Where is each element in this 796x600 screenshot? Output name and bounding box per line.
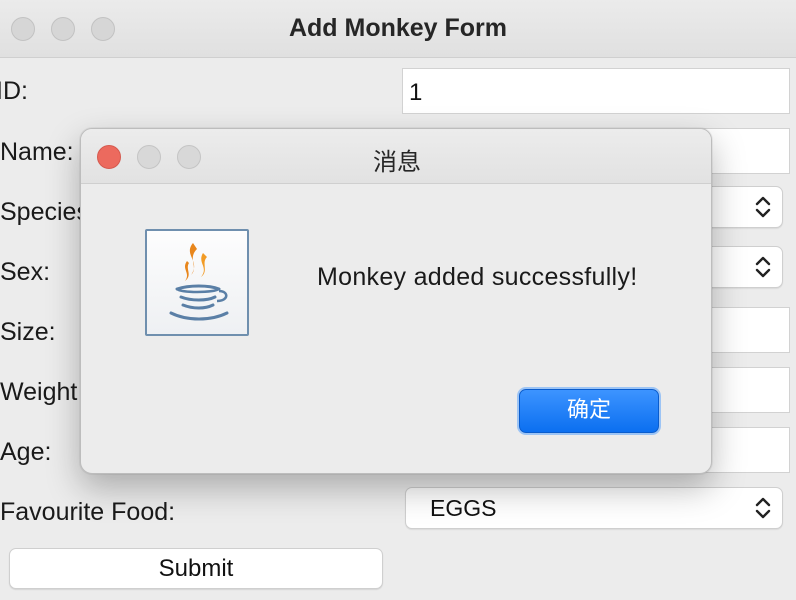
- age-label: Age:: [0, 438, 52, 466]
- chevron-up-down-icon: [755, 256, 771, 278]
- species-label: Species: [0, 198, 89, 226]
- message-dialog: 消息 Monkey added successfully! 确定: [80, 128, 712, 474]
- name-label: Name:: [0, 138, 74, 166]
- chevron-up-down-icon: [755, 196, 771, 218]
- java-coffee-cup-icon: [145, 229, 249, 336]
- sex-label: Sex:: [0, 258, 51, 286]
- weight-label: Weight: [0, 378, 78, 406]
- favourite-food-label: Favourite Food:: [0, 498, 176, 526]
- dialog-message: Monkey added successfully!: [317, 263, 638, 291]
- add-monkey-form-window: Add Monkey Form ID: 1 Name: Species Sex:…: [0, 0, 796, 600]
- window-titlebar[interactable]: Add Monkey Form: [0, 0, 796, 58]
- submit-button[interactable]: Submit: [9, 548, 383, 589]
- size-label: Size:: [0, 318, 56, 346]
- window-title: Add Monkey Form: [288, 14, 508, 42]
- chevron-up-down-icon: [755, 497, 771, 519]
- dialog-titlebar[interactable]: 消息: [81, 129, 711, 184]
- favourite-food-value: EGGS: [430, 495, 497, 521]
- dialog-title: 消息: [373, 148, 421, 176]
- ok-button[interactable]: 确定: [519, 389, 659, 433]
- id-label: ID:: [0, 77, 28, 105]
- id-field[interactable]: 1: [402, 68, 790, 114]
- favourite-food-select[interactable]: EGGS: [405, 487, 783, 529]
